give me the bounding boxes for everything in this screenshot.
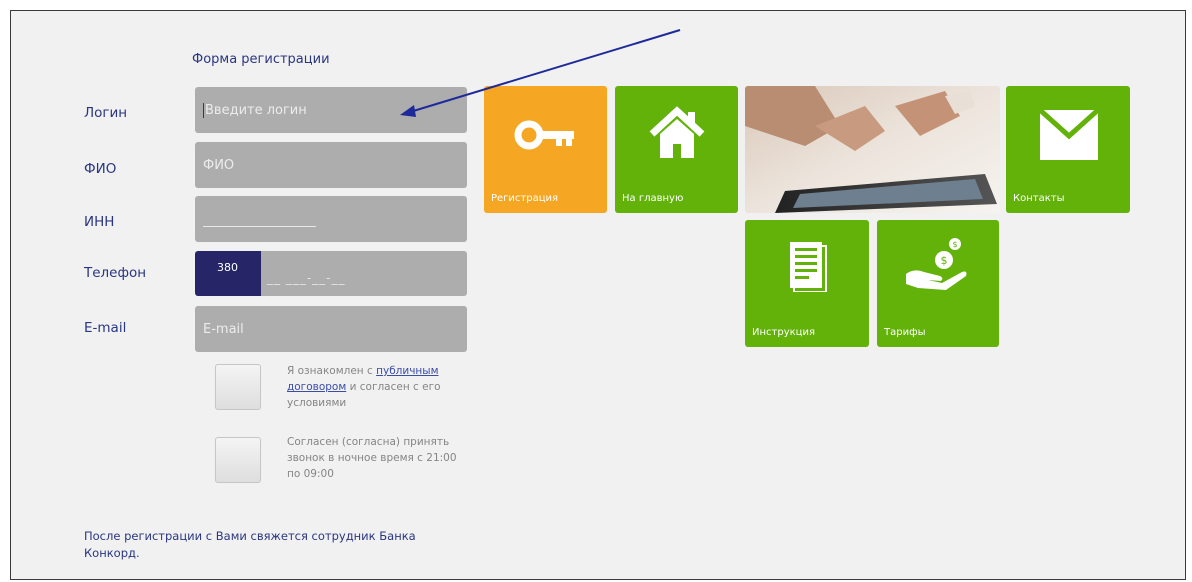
email-label: E-mail — [84, 320, 127, 336]
tile-instruction[interactable]: Инструкция — [745, 220, 869, 347]
login-input[interactable]: Введите логин — [195, 87, 467, 133]
form-title: Форма регистрации — [192, 52, 330, 67]
home-icon — [649, 106, 705, 158]
fio-placeholder: ФИО — [203, 157, 235, 173]
inn-underline — [203, 226, 316, 227]
tile-registration-label: Регистрация — [491, 193, 559, 204]
agreement-checkbox[interactable] — [215, 364, 261, 410]
night-call-text: Согласен (согласна) принять звонок в ноч… — [287, 436, 457, 480]
fio-label: ФИО — [84, 161, 117, 177]
svg-text:$: $ — [952, 240, 957, 249]
svg-text:$: $ — [941, 254, 948, 267]
phone-input[interactable]: __ ___-__-__ — [261, 251, 467, 296]
email-input[interactable]: E-mail — [195, 306, 467, 352]
envelope-icon — [1038, 108, 1100, 160]
inn-label: ИНН — [84, 214, 115, 230]
tile-home[interactable]: На главную — [615, 86, 738, 213]
tile-tariffs-label: Тарифы — [884, 327, 926, 338]
money-hand-icon: $ $ — [906, 238, 967, 290]
login-label: Логин — [84, 105, 128, 121]
tile-instruction-label: Инструкция — [752, 327, 815, 338]
fio-input[interactable]: ФИО — [195, 142, 467, 188]
tile-registration[interactable]: Регистрация — [484, 86, 607, 213]
tablet-hands-image — [745, 86, 1000, 213]
tile-tariffs[interactable]: $ $ Тарифы — [877, 220, 999, 347]
agreement-text: Я ознакомлен с публичным договором и сог… — [287, 363, 467, 411]
email-placeholder: E-mail — [203, 321, 244, 337]
text-caret — [203, 102, 204, 118]
inn-input[interactable] — [195, 196, 467, 242]
key-icon — [514, 120, 574, 150]
tile-contacts[interactable]: Контакты — [1006, 86, 1130, 213]
tablet-photo — [745, 86, 1000, 213]
agreement-text-before: Я ознакомлен с — [287, 365, 377, 377]
phone-country-code[interactable]: 380 — [195, 251, 261, 296]
phone-label: Телефон — [84, 265, 147, 281]
tile-contacts-label: Контакты — [1013, 193, 1065, 204]
night-call-checkbox[interactable] — [215, 437, 261, 483]
document-icon — [790, 242, 827, 292]
footer-note: После регистрации с Вами свяжется сотруд… — [84, 529, 416, 560]
login-placeholder: Введите логин — [205, 102, 307, 118]
tile-home-label: На главную — [622, 193, 684, 204]
